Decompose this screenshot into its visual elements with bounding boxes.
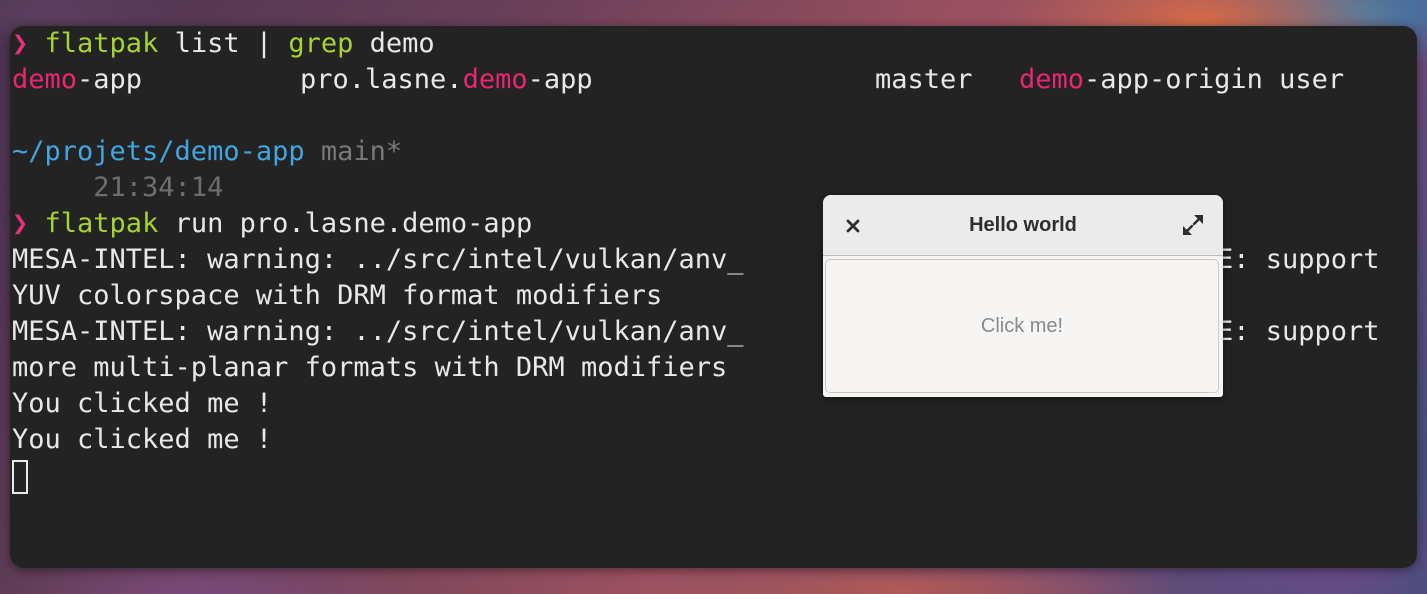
prompt-symbol: ❯: [12, 28, 29, 59]
cwd-line: ~/projets/demo-app main*: [12, 134, 1417, 170]
prompt-symbol: ❯: [12, 208, 29, 239]
result-name: demo-app: [12, 64, 143, 95]
command-program: flatpak: [44, 208, 159, 239]
output-tail: E: support: [1217, 244, 1380, 275]
result-app-id: pro.lasne.demo-app: [300, 64, 593, 95]
window-title: Hello world: [969, 214, 1077, 236]
click-me-button[interactable]: Click me!: [825, 259, 1219, 393]
close-button[interactable]: [835, 207, 871, 243]
prompt-time: 21:34:14: [93, 172, 224, 203]
command-grep: grep: [288, 28, 354, 59]
command-program: flatpak: [44, 28, 159, 59]
command-line-1: ❯ flatpak list | grep demo: [12, 26, 1417, 62]
output-tail: E: support: [1217, 316, 1380, 347]
text-cursor: [12, 459, 28, 494]
output-line: You clicked me !: [12, 424, 273, 455]
result-origin: demo-app-origin user: [1019, 64, 1345, 95]
command-grep-arg: demo: [353, 28, 435, 59]
current-directory: ~/projets/demo-app: [12, 136, 305, 167]
flatpak-result-row: demo-app pro.lasne.demo-app master demo-app…: [12, 62, 1417, 98]
command-args: list |: [158, 28, 289, 59]
command-args: run pro.lasne.demo-app: [158, 208, 533, 239]
close-icon: [846, 219, 860, 233]
result-branch: master: [875, 64, 973, 95]
hello-world-window[interactable]: Hello world Click me!: [823, 195, 1223, 397]
git-branch: main*: [320, 136, 403, 167]
maximize-button[interactable]: [1175, 207, 1211, 243]
maximize-icon: [1183, 214, 1203, 235]
input-line[interactable]: [12, 458, 1417, 494]
header-bar[interactable]: Hello world: [823, 195, 1223, 256]
